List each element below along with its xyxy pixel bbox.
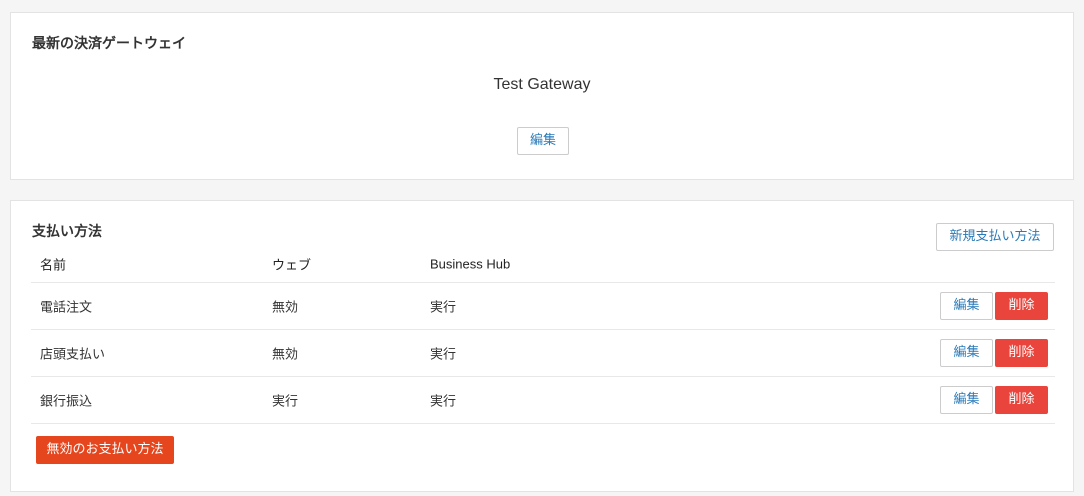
edit-button[interactable]: 編集 (940, 292, 993, 320)
method-name: 電話注文 (40, 300, 93, 316)
method-business-hub-status: 実行 (430, 347, 457, 363)
method-name: 店頭支払い (40, 347, 106, 363)
column-header-web: ウェブ (272, 258, 312, 274)
table-row: 店頭支払い 無効 実行 編集 削除 (31, 330, 1055, 377)
column-header-name: 名前 (40, 258, 67, 274)
method-business-hub-status: 実行 (430, 394, 457, 410)
table-header-row: 名前 ウェブ Business Hub (31, 246, 1055, 283)
delete-button[interactable]: 削除 (995, 292, 1048, 320)
edit-button[interactable]: 編集 (940, 386, 993, 414)
delete-button[interactable]: 削除 (995, 386, 1048, 414)
method-web-status: 無効 (272, 347, 299, 363)
payment-methods-title: 支払い方法 (32, 224, 102, 240)
payment-methods-panel: 支払い方法 新規支払い方法 名前 ウェブ Business Hub 電話注文 無… (10, 200, 1074, 492)
table-row: 電話注文 無効 実行 編集 削除 (31, 283, 1055, 330)
disabled-payment-methods-button[interactable]: 無効のお支払い方法 (36, 436, 174, 464)
method-name: 銀行振込 (40, 394, 93, 410)
gateway-edit-button[interactable]: 編集 (517, 127, 569, 155)
method-business-hub-status: 実行 (430, 300, 457, 316)
gateway-section-title: 最新の決済ゲートウェイ (32, 36, 186, 52)
gateway-name: Test Gateway (493, 76, 591, 93)
table-row: 銀行振込 実行 実行 編集 削除 (31, 377, 1055, 424)
gateway-panel: 最新の決済ゲートウェイ Test Gateway 編集 (10, 12, 1074, 180)
method-web-status: 実行 (272, 394, 299, 410)
edit-button[interactable]: 編集 (940, 339, 993, 367)
column-header-business-hub: Business Hub (430, 256, 511, 272)
delete-button[interactable]: 削除 (995, 339, 1048, 367)
method-web-status: 無効 (272, 300, 299, 316)
payment-methods-table: 名前 ウェブ Business Hub 電話注文 無効 実行 編集 削除 店頭支… (31, 246, 1055, 424)
